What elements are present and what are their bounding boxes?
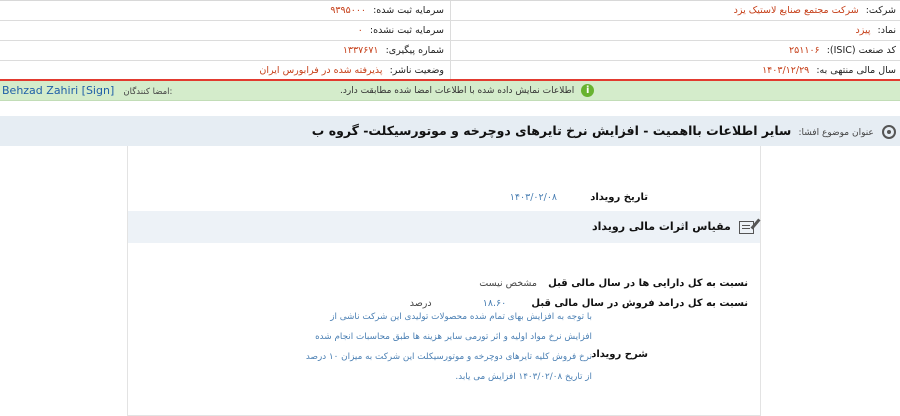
- unregistered-capital-value: ۰: [357, 25, 363, 36]
- publisher-status-value: پذیرفته شده در فرابورس ایران: [259, 65, 383, 76]
- financial-effects-section: مقیاس اثرات مالی رویداد: [128, 211, 760, 243]
- assets-ratio-label: نسبت به کل دارایی ها در سال مالی قبل: [548, 278, 748, 289]
- tracking-field: شماره پیگیری: ۱۳۳۷۶۷۱: [4, 41, 444, 61]
- info-row: کد صنعت (ISIC): ۲۵۱۱۰۶ شماره پیگیری: ۱۳۳…: [0, 41, 900, 61]
- symbol-label: نماد:: [877, 25, 896, 36]
- subject-bar: عنوان موضوع افشا: سایر اطلاعات بااهمیت -…: [0, 116, 900, 146]
- assets-ratio-value: مشخص نیست: [479, 278, 537, 289]
- event-date-value: ۱۴۰۳/۰۲/۰۸: [509, 192, 558, 203]
- company-label: شرکت:: [865, 5, 896, 16]
- section-title: مقیاس اثرات مالی رویداد: [591, 220, 731, 233]
- registered-capital-field: سرمایه ثبت شده: ۹۳۹۵۰۰۰: [4, 1, 444, 21]
- isic-value: ۲۵۱۱۰۶: [789, 45, 820, 56]
- registered-capital-value: ۹۳۹۵۰۰۰: [330, 5, 367, 16]
- publisher-status-label: وضعیت ناشر:: [389, 65, 444, 76]
- company-info-table: شرکت: شرکت مجتمع صنایع لاستیک یزد سرمایه…: [0, 0, 900, 81]
- signers-label: امضا کنندگان:: [123, 87, 173, 97]
- description-text: با توجه به افزایش بهای تمام شده محصولات …: [305, 312, 592, 382]
- signer-bar: Behzad Zahiri [Sign] امضا کنندگان: i اطل…: [0, 79, 900, 101]
- isic-label: کد صنعت (ISIC):: [826, 45, 896, 56]
- fiscal-year-value: ۱۴۰۳/۱۲/۲۹: [762, 65, 810, 76]
- symbol-value: پیزد: [855, 25, 871, 36]
- unregistered-capital-field: سرمایه ثبت نشده: ۰: [4, 21, 444, 41]
- info-icon: i: [581, 84, 595, 97]
- tracking-label: شماره پیگیری:: [385, 45, 444, 56]
- event-date-label: تاریخ رویداد: [590, 192, 648, 203]
- unregistered-capital-label: سرمایه ثبت نشده:: [369, 25, 444, 36]
- verification-notice-text: اطلاعات نمایش داده شده با اطلاعات امضا ش…: [340, 86, 575, 96]
- signer-name-link[interactable]: Behzad Zahiri [Sign]: [2, 84, 114, 97]
- event-panel: تاریخ رویداد ۱۴۰۳/۰۲/۰۸ مقیاس اثرات مالی…: [127, 146, 761, 416]
- verification-notice: i اطلاعات نمایش داده شده با اطلاعات امضا…: [340, 83, 595, 100]
- tracking-value: ۱۳۳۷۶۷۱: [342, 45, 379, 56]
- info-row: شرکت: شرکت مجتمع صنایع لاستیک یزد سرمایه…: [0, 1, 900, 21]
- fiscal-year-field: سال مالی منتهی به: ۱۴۰۳/۱۲/۲۹: [448, 61, 896, 81]
- company-field: شرکت: شرکت مجتمع صنایع لاستیک یزد: [448, 1, 896, 21]
- info-row: نماد: پیزد سرمایه ثبت نشده: ۰: [0, 21, 900, 41]
- description-label: شرح رویداد: [591, 349, 648, 360]
- company-value: شرکت مجتمع صنایع لاستیک یزد: [733, 5, 859, 16]
- isic-field: کد صنعت (ISIC): ۲۵۱۱۰۶: [448, 41, 896, 61]
- description-label-row: شرح رویداد: [591, 346, 648, 364]
- section-heading: مقیاس اثرات مالی رویداد: [592, 211, 754, 243]
- subject-heading: عنوان موضوع افشا: سایر اطلاعات بااهمیت -…: [312, 116, 896, 146]
- subject-label: عنوان موضوع افشا:: [798, 128, 874, 138]
- registered-capital-label: سرمایه ثبت شده:: [373, 5, 444, 16]
- edit-icon: [739, 220, 754, 234]
- signer-info: Behzad Zahiri [Sign] امضا کنندگان:: [2, 82, 172, 100]
- subject-title: سایر اطلاعات بااهمیت - افزایش نرخ تایرها…: [311, 123, 792, 138]
- target-icon: [882, 125, 896, 139]
- info-row: سال مالی منتهی به: ۱۴۰۳/۱۲/۲۹ وضعیت ناشر…: [0, 61, 900, 81]
- symbol-field: نماد: پیزد: [448, 21, 896, 41]
- fiscal-year-label: سال مالی منتهی به:: [816, 65, 896, 76]
- assets-ratio-row: نسبت به کل دارایی ها در سال مالی قبل مشخ…: [479, 275, 748, 293]
- event-date-row: تاریخ رویداد ۱۴۰۳/۰۲/۰۸: [510, 189, 648, 207]
- publisher-status-field: وضعیت ناشر: پذیرفته شده در فرابورس ایران: [4, 61, 444, 81]
